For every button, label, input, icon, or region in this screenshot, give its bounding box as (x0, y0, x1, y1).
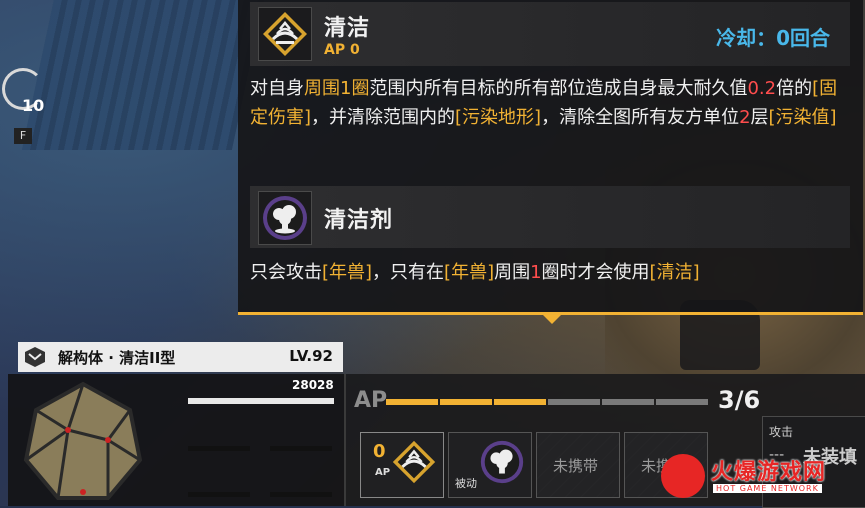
stat-bar (188, 446, 250, 451)
empty-skill-slot[interactable]: 未携带 (536, 432, 620, 498)
skill-name-2: 清洁剂 (324, 208, 394, 233)
unit-name: 解构体 · 清洁II型 (58, 349, 176, 367)
unit-level: LV.92 (289, 347, 333, 365)
skill-header-detergent: 清洁剂 (250, 186, 850, 248)
skill-slot-clean[interactable]: 0 AP (360, 432, 444, 498)
description-fragment: 只会攻击 (250, 262, 322, 283)
empty-slot-label: 未携带 (553, 457, 599, 475)
detergent-skill-icon (258, 191, 312, 245)
description-fragment: 圈时才会使用 (541, 262, 650, 283)
description-fragment: [年兽] (322, 262, 373, 283)
ap-segment (548, 399, 600, 405)
skill-description: 对自身周围1圈范围内所有目标的所有部位造成自身最大耐久值0.2倍的[固定伤害]，… (250, 74, 850, 132)
skill-description-2: 只会攻击[年兽]，只有在[年兽]周围1圈时才会使用[清洁] (250, 258, 850, 287)
watermark-title: 火爆游戏网 (711, 460, 827, 485)
tooltip-pointer (542, 314, 562, 324)
unit-header: 解构体 · 清洁II型 LV.92 (18, 342, 343, 372)
hotkey-label: F (14, 128, 32, 144)
clean-skill-icon (389, 437, 439, 487)
unit-hp: 28028 (292, 378, 334, 392)
stat-bar (270, 492, 332, 497)
skill-name: 清洁 (324, 16, 371, 41)
skill-slot-detergent[interactable]: 被动 (448, 432, 532, 498)
ap-segment (602, 399, 654, 405)
watermark-subtitle: HOT GAME NETWORK (713, 484, 822, 493)
description-fragment: 范围内所有目标的所有部位造成自身最大耐久值 (369, 78, 748, 99)
clean-skill-icon (258, 7, 312, 61)
unit-stats: 28028 (8, 374, 344, 506)
description-fragment: 2 (739, 107, 751, 128)
slot-ap-tag: AP (375, 467, 391, 478)
unit-portrait (23, 381, 143, 500)
hp-bar (188, 398, 334, 404)
description-fragment: ，只有在 (372, 262, 445, 283)
description-fragment: 0.2 (747, 78, 777, 99)
watermark-logo-icon (661, 454, 705, 498)
building-roof (21, 0, 269, 150)
ap-segment (494, 399, 546, 405)
skill-ap-cost: AP 0 (324, 42, 360, 58)
stat-bar (188, 492, 250, 497)
description-fragment: 对自身 (250, 78, 304, 99)
detergent-skill-icon (477, 437, 527, 487)
watermark: 火爆游戏网 HOT GAME NETWORK (661, 452, 861, 502)
description-fragment: 周围1圈 (304, 78, 370, 99)
ap-segment (656, 399, 708, 405)
unit-type-icon (25, 347, 45, 367)
slot-ap-cost: 0 (373, 441, 386, 462)
timer-value: 10 (22, 96, 45, 115)
description-fragment: 层 (750, 107, 769, 128)
slot-passive-label: 被动 (455, 477, 477, 490)
ap-segment (386, 399, 438, 405)
description-fragment: [污染地形] (455, 107, 542, 128)
skill-tooltip: 清洁 AP 0 冷却：0回合 对自身周围1圈范围内所有目标的所有部位造成自身最大… (238, 0, 863, 324)
description-fragment: 1 (530, 262, 542, 283)
ap-count: 3/6 (718, 386, 761, 414)
description-fragment: [污染值] (768, 107, 837, 128)
description-fragment: 倍的 (776, 78, 813, 99)
description-fragment: ，并清除范围内的 (311, 107, 456, 128)
description-fragment: ，清除全图所有友方单位 (541, 107, 740, 128)
ap-label: AP (354, 388, 388, 413)
description-fragment: 周围 (494, 262, 531, 283)
attack-label: 攻击 (769, 425, 794, 439)
description-fragment: [年兽] (444, 262, 495, 283)
description-fragment: [清洁] (649, 262, 700, 283)
ap-segment (440, 399, 492, 405)
round-timer[interactable]: 10 F (2, 68, 44, 144)
skill-header-clean: 清洁 AP 0 冷却：0回合 (250, 2, 850, 66)
stat-bar (270, 446, 332, 451)
skill-cooldown: 冷却：0回合 (716, 26, 830, 50)
